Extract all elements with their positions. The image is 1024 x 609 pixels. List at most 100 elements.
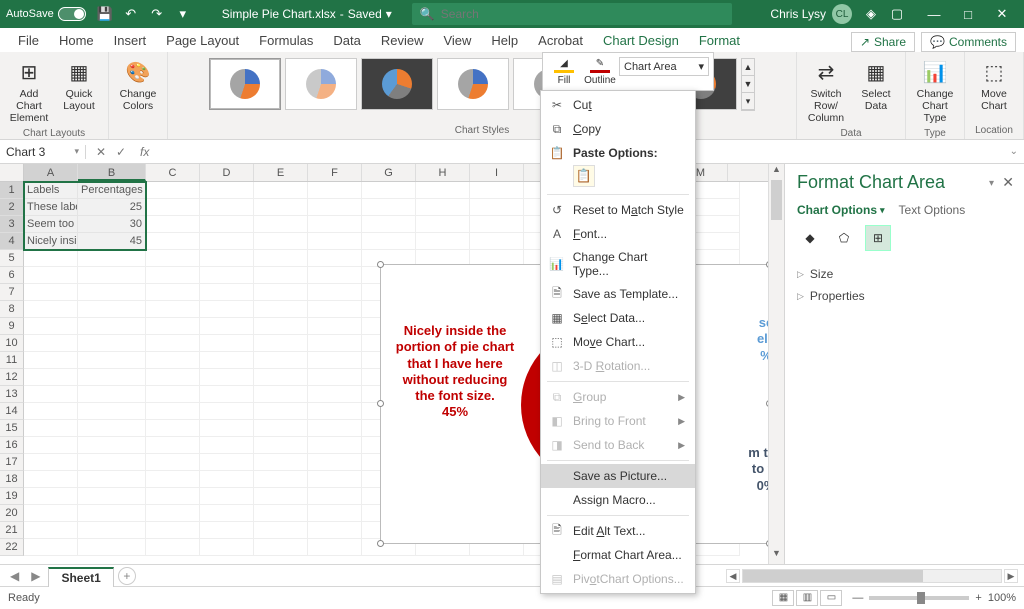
cell[interactable] [24, 250, 78, 267]
cell[interactable] [254, 301, 308, 318]
cell[interactable] [24, 471, 78, 488]
cell[interactable] [200, 250, 254, 267]
cell[interactable] [254, 335, 308, 352]
chart-style-1[interactable] [209, 58, 281, 110]
menu-edit-alt-text[interactable]: 🖹Edit Alt Text... [541, 519, 695, 543]
chart-style-4[interactable] [437, 58, 509, 110]
outline-button[interactable]: ✎Outline [583, 57, 617, 86]
cell[interactable] [146, 199, 200, 216]
cell[interactable] [200, 284, 254, 301]
cell[interactable] [146, 284, 200, 301]
cell[interactable] [308, 505, 362, 522]
pane-options-icon[interactable]: ▾ [989, 178, 994, 189]
fx-icon[interactable]: fx [136, 145, 153, 159]
cell[interactable] [146, 522, 200, 539]
menu-select-data[interactable]: ▦Select Data... [541, 306, 695, 330]
cell[interactable]: 45 [78, 233, 146, 250]
search-box[interactable]: 🔍 [412, 3, 732, 25]
effects-tab[interactable]: ⬠ [831, 225, 857, 251]
minimize-button[interactable]: — [918, 3, 950, 25]
cell[interactable] [308, 318, 362, 335]
comments-button[interactable]: 💬Comments [921, 32, 1016, 52]
cell[interactable] [78, 539, 146, 556]
resize-handle[interactable] [766, 400, 768, 407]
add-chart-element-button[interactable]: ⊞Add Chart Element [6, 56, 52, 126]
cell[interactable] [200, 369, 254, 386]
cell[interactable] [254, 352, 308, 369]
cell[interactable] [254, 454, 308, 471]
cell[interactable] [146, 216, 200, 233]
data-label-3[interactable]: m tooto fit0% [721, 445, 768, 494]
row-header[interactable]: 3 [0, 216, 24, 233]
cell[interactable] [254, 420, 308, 437]
cell[interactable] [254, 199, 308, 216]
cell[interactable] [78, 318, 146, 335]
qat-dropdown-icon[interactable]: ▾ [174, 5, 192, 23]
cell[interactable] [470, 216, 524, 233]
gallery-more-icon[interactable]: ▾ [742, 93, 754, 110]
switch-row-col-button[interactable]: ⇄Switch Row/ Column [803, 56, 849, 126]
chevron-up-icon[interactable]: ▲ [742, 59, 754, 76]
zoom-level[interactable]: 100% [988, 592, 1016, 604]
cell[interactable] [200, 437, 254, 454]
cell[interactable] [362, 216, 416, 233]
cell[interactable]: Nicely insi [24, 233, 78, 250]
zoom-in-button[interactable]: + [975, 592, 981, 604]
sheet-nav-prev[interactable]: ◀ [6, 569, 23, 583]
cell[interactable] [470, 182, 524, 199]
cell[interactable] [24, 454, 78, 471]
page-layout-view-button[interactable]: ▥ [796, 590, 818, 606]
row-header[interactable]: 13 [0, 386, 24, 403]
cell[interactable] [200, 488, 254, 505]
data-label-2[interactable]: seels% [721, 315, 768, 364]
cell[interactable] [78, 505, 146, 522]
cell[interactable] [308, 250, 362, 267]
row-header[interactable]: 22 [0, 539, 24, 556]
row-header[interactable]: 7 [0, 284, 24, 301]
cell[interactable] [308, 352, 362, 369]
cell[interactable] [24, 369, 78, 386]
cell[interactable] [146, 437, 200, 454]
cell[interactable] [24, 386, 78, 403]
cell[interactable] [308, 488, 362, 505]
zoom-knob[interactable] [917, 592, 925, 604]
diamond-icon[interactable]: ◈ [862, 5, 880, 23]
row-header[interactable]: 18 [0, 471, 24, 488]
cell[interactable] [146, 250, 200, 267]
menu-change-chart-type[interactable]: 📊Change Chart Type... [541, 246, 695, 282]
cell[interactable] [146, 471, 200, 488]
cell[interactable] [254, 216, 308, 233]
account-button[interactable]: Chris Lysy CL [770, 4, 852, 24]
tab-page-layout[interactable]: Page Layout [156, 29, 249, 52]
cell[interactable] [78, 522, 146, 539]
cell[interactable] [308, 369, 362, 386]
col-header-F[interactable]: F [308, 164, 362, 181]
cell[interactable] [416, 233, 470, 250]
cell[interactable] [200, 386, 254, 403]
cell[interactable] [200, 539, 254, 556]
cell[interactable] [24, 403, 78, 420]
tab-file[interactable]: File [8, 29, 49, 52]
col-header-A[interactable]: A [24, 164, 78, 181]
select-data-button[interactable]: ▦Select Data [853, 56, 899, 114]
col-header-D[interactable]: D [200, 164, 254, 181]
cancel-formula-icon[interactable]: ✕ [92, 145, 110, 159]
cell[interactable] [146, 233, 200, 250]
menu-save-template[interactable]: 🗎Save as Template... [541, 282, 695, 306]
cell[interactable] [146, 539, 200, 556]
cell[interactable] [254, 318, 308, 335]
cell[interactable] [254, 250, 308, 267]
cell[interactable] [146, 454, 200, 471]
cell[interactable] [146, 488, 200, 505]
sheet-nav-next[interactable]: ▶ [27, 569, 44, 583]
cell[interactable] [254, 403, 308, 420]
cell[interactable] [24, 420, 78, 437]
row-header[interactable]: 14 [0, 403, 24, 420]
cell[interactable] [308, 301, 362, 318]
expand-formula-icon[interactable]: ⌄ [1004, 146, 1024, 157]
tab-acrobat[interactable]: Acrobat [528, 29, 593, 52]
cell[interactable] [24, 335, 78, 352]
cell[interactable] [254, 539, 308, 556]
menu-reset-style[interactable]: ↺Reset to Match Style [541, 198, 695, 222]
cell[interactable]: Labels [24, 182, 78, 199]
